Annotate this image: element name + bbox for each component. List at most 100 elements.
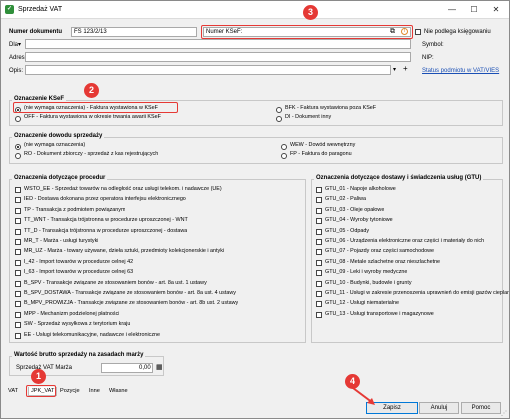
tab-pozycje[interactable]: Pozycje [58, 387, 82, 396]
dowod-option-4: FP - Faktura do paragonu [290, 151, 352, 157]
numer-dokumentu-label: Numer dokumentu [9, 29, 63, 35]
procedury-checkbox[interactable] [15, 311, 21, 318]
procedury-label: B_MPV_PROWIZJA - Transakcje związane ze … [24, 300, 239, 307]
gtu-checkbox[interactable] [316, 311, 322, 318]
dla-input[interactable] [25, 39, 411, 49]
dowod-option-2: WEW - Dowód wewnętrzny [290, 142, 356, 148]
pomoc-button[interactable]: Pomoc [461, 402, 501, 414]
anuluj-button[interactable]: Anuluj [419, 402, 459, 414]
minimize-button[interactable]: — [442, 3, 462, 17]
procedury-checkbox[interactable] [15, 197, 21, 204]
marker-1: 1 [31, 369, 46, 384]
procedury-checkbox[interactable] [15, 207, 21, 214]
window-title: Sprzedaż VAT [18, 6, 63, 13]
tab-wlasne[interactable]: Własne [107, 387, 130, 396]
status-podmiotu-link[interactable]: Status podmiotu w VAT/VIES [422, 68, 499, 74]
ksef-radio-4[interactable] [276, 116, 282, 122]
sprzedaz-vat-window: ✓ Sprzedaż VAT — ☐ ✕ Numer dokumentu FS … [0, 0, 510, 419]
resize-grip-icon[interactable]: ⋰ [501, 410, 507, 417]
symbol-label: Symbol: [422, 42, 444, 48]
ksef-radio-2[interactable] [276, 107, 282, 113]
arrow-to-zapisz-icon [352, 387, 375, 405]
procedury-label: TT_WNT - Transakcja trójstronna w proced… [24, 217, 188, 224]
procedury-label: I_42 - Import towarów w procedurze celne… [24, 258, 134, 265]
procedury-checkbox[interactable] [15, 322, 21, 329]
gtu-label: GTU_04 - Wyroby tytoniowe [325, 217, 393, 224]
procedury-checkbox[interactable] [15, 270, 21, 277]
nip-label: NIP: [422, 55, 434, 61]
dowod-radio-4[interactable] [281, 153, 287, 159]
highlight-jpk-tab [26, 385, 56, 397]
gtu-label: GTU_08 - Metale szlachetne oraz nieszlac… [325, 258, 441, 265]
dowod-radio-2[interactable] [281, 144, 287, 150]
ksef-option-2: BFK - Faktura wystawiona poza KSeF [285, 105, 377, 111]
tab-vat[interactable]: VAT [6, 387, 20, 396]
procedury-checkbox[interactable] [15, 218, 21, 225]
gtu-group-title: Oznaczenia dotyczące dostawy i świadczen… [314, 175, 484, 181]
procedury-checkbox[interactable] [15, 239, 21, 245]
procedury-label: B_SPV_DOSTAWA - Transakcje związane ze s… [24, 290, 236, 296]
dowod-option-3: RO - Dokument zbiorczy - sprzedaż z kas … [24, 151, 159, 157]
gtu-label: GTU_09 - Leki i wyroby medyczne [325, 269, 408, 276]
gtu-checkbox[interactable] [316, 187, 322, 193]
procedury-group-title: Oznaczenia dotyczące procedur [12, 175, 108, 181]
procedury-label: EE - Usługi telekomunikacyjne, nadawcze … [24, 331, 161, 338]
procedury-checkbox[interactable] [15, 301, 21, 308]
dowod-radio-1[interactable] [15, 144, 21, 150]
gtu-checkbox[interactable] [316, 218, 322, 225]
dowod-option-1: (nie wymaga oznaczenia) [24, 142, 86, 148]
gtu-label: GTU_10 - Budynki, budowle i grunty [325, 279, 412, 286]
gtu-label: GTU_05 - Odpady [325, 227, 370, 234]
calculator-icon[interactable]: ▦ [156, 363, 163, 371]
gtu-label: GTU_06 - Urządzenia elektroniczne oraz c… [325, 238, 485, 244]
nie-podlega-checkbox[interactable] [415, 29, 421, 35]
dowod-radio-3[interactable] [15, 153, 21, 159]
gtu-checkbox[interactable] [316, 239, 322, 245]
procedury-checkbox[interactable] [15, 259, 21, 266]
highlight-ksef-option [13, 102, 178, 113]
gtu-label: GTU_01 - Napoje alkoholowe [325, 186, 396, 192]
ksef-option-3: OFF - Faktura wystawiona w okresie trwan… [24, 114, 161, 120]
opis-input[interactable] [25, 65, 391, 75]
adres-label: Adres: [9, 55, 27, 61]
procedury-checkbox[interactable] [15, 187, 21, 193]
nie-podlega-label: Nie podlega księgowaniu [424, 29, 491, 35]
gtu-checkbox[interactable] [316, 207, 322, 214]
procedury-label: IED - Dostawa dokonana przez operatora i… [24, 196, 186, 203]
dla-dropdown-icon[interactable]: ▾ [18, 41, 21, 48]
gtu-label: GTU_12 - Usługi niematerialne [325, 300, 400, 307]
marker-3: 3 [303, 5, 318, 20]
gtu-checkbox[interactable] [316, 259, 322, 266]
procedury-label: SW - Sprzedaż wysyłkowa z terytorium kra… [24, 321, 131, 328]
wartosc-group-title: Wartość brutto sprzedaży na zasadach mar… [12, 352, 146, 358]
dla-label: Dla [9, 42, 19, 48]
procedury-checkbox[interactable] [15, 228, 21, 235]
opis-dropdown-icon[interactable]: ▾ [393, 66, 396, 73]
procedury-checkbox[interactable] [15, 280, 21, 287]
procedury-label: MR_UZ - Marża - towary używane, dzieła s… [24, 248, 225, 255]
procedury-label: MR_T - Marża - usługi turystyki [24, 238, 99, 244]
gtu-checkbox[interactable] [316, 280, 322, 287]
gtu-checkbox[interactable] [316, 291, 322, 297]
gtu-checkbox[interactable] [316, 249, 322, 256]
ksef-radio-3[interactable] [15, 116, 21, 122]
procedury-checkbox[interactable] [15, 332, 21, 339]
gtu-checkbox[interactable] [316, 228, 322, 235]
maximize-button[interactable]: ☐ [464, 3, 484, 17]
gtu-checkbox[interactable] [316, 270, 322, 277]
vat-marza-value: 0,00 [139, 365, 151, 371]
procedury-label: WSTO_EE - Sprzedaż towarów na odległość … [24, 186, 222, 192]
procedury-label: I_63 - Import towarów w procedurze celne… [24, 269, 134, 276]
tab-inne[interactable]: Inne [87, 387, 102, 396]
close-button[interactable]: ✕ [486, 3, 506, 17]
ksef-option-4: DI - Dokument inny [285, 114, 332, 120]
gtu-label: GTU_11 - Usługi w zakresie przenoszenia … [325, 290, 509, 296]
procedury-checkbox[interactable] [15, 249, 21, 256]
procedury-label: B_SPV - Transakcje związane ze stosowani… [24, 279, 207, 286]
gtu-checkbox[interactable] [316, 197, 322, 204]
marker-2: 2 [84, 83, 99, 98]
procedury-checkbox[interactable] [15, 291, 21, 297]
gtu-checkbox[interactable] [316, 301, 322, 308]
opis-add-icon[interactable]: + [403, 64, 408, 73]
adres-input[interactable] [25, 52, 411, 62]
